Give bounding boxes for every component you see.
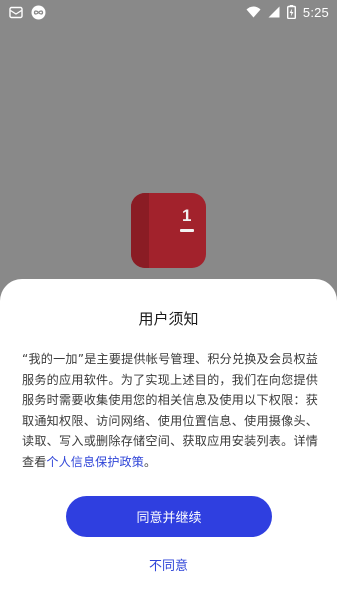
dialog-body-text: “我的一加”是主要提供帐号管理、积分兑换及会员权益服务的应用软件。为了实现上述目… <box>22 352 318 469</box>
dialog-body-end: 。 <box>143 454 157 469</box>
dialog-title: 用户须知 <box>138 310 199 328</box>
logo-book-spine <box>131 193 149 268</box>
privacy-policy-link[interactable]: 个人信息保护政策 <box>46 455 144 469</box>
status-bar-right: 5:25 <box>246 5 329 20</box>
status-bar-left <box>9 5 46 20</box>
infinity-badge-icon <box>31 5 46 20</box>
logo-underline <box>180 229 194 232</box>
logo-digit: 1 <box>182 206 192 225</box>
user-notice-dialog: 用户须知 “我的一加”是主要提供帐号管理、积分兑换及会员权益服务的应用软件。为了… <box>0 279 337 600</box>
cellular-signal-icon <box>268 6 280 18</box>
disagree-button[interactable]: 不同意 <box>120 551 217 577</box>
wifi-icon <box>246 6 261 18</box>
status-bar: 5:25 <box>0 0 337 24</box>
battery-charging-icon <box>286 5 296 19</box>
status-time: 5:25 <box>302 4 329 20</box>
mail-icon <box>9 6 23 19</box>
agree-continue-button[interactable]: 同意并继续 <box>66 496 272 537</box>
app-logo: 1 <box>131 193 206 268</box>
dialog-body: “我的一加”是主要提供帐号管理、积分兑换及会员权益服务的应用软件。为了实现上述目… <box>22 349 318 473</box>
